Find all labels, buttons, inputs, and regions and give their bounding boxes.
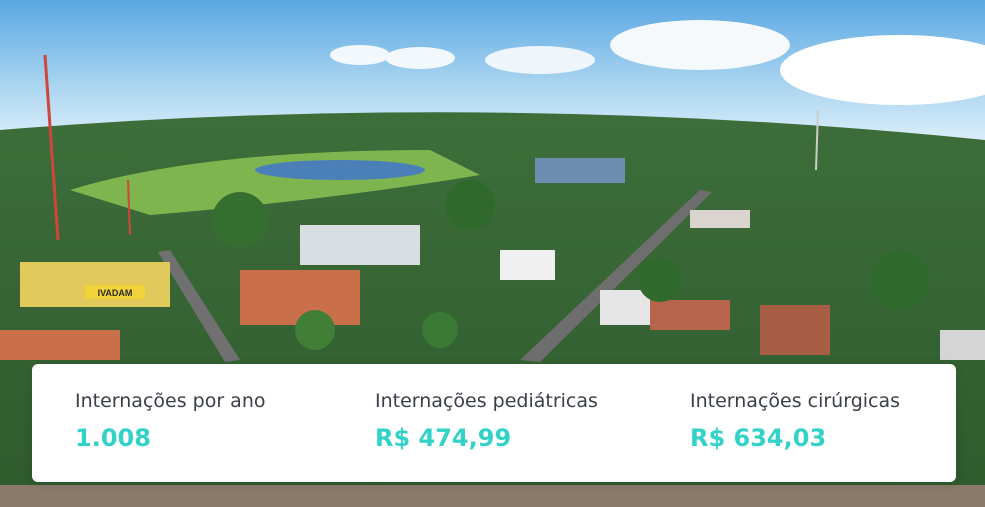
cloud (385, 47, 455, 69)
stat-internacoes-cirurgicas: Internações cirúrgicas R$ 634,03 (690, 390, 900, 452)
building (20, 262, 170, 307)
building (760, 305, 830, 355)
cloud (330, 45, 390, 65)
tree (295, 310, 335, 350)
building (650, 300, 730, 330)
building (690, 210, 750, 228)
stat-label: Internações pediátricas (375, 390, 598, 412)
building (240, 270, 360, 325)
stat-internacoes-pediatricas: Internações pediátricas R$ 474,99 (375, 390, 598, 452)
stat-internacoes-por-ano: Internações por ano 1.008 (75, 390, 266, 452)
stat-value: R$ 634,03 (690, 424, 827, 452)
pond (255, 160, 425, 180)
stat-value: R$ 474,99 (375, 424, 512, 452)
building (300, 225, 420, 265)
building (600, 290, 650, 325)
store-sign-text: IVADAM (98, 288, 133, 298)
building (535, 158, 625, 183)
stat-value: 1.008 (75, 424, 151, 452)
tree (422, 312, 458, 348)
stats-card: Internações por ano 1.008 Internações pe… (32, 364, 956, 482)
building (0, 485, 985, 507)
cloud (610, 20, 790, 70)
tree (212, 192, 268, 248)
tree (445, 180, 495, 230)
tree (870, 250, 930, 310)
stat-label: Internações cirúrgicas (690, 390, 901, 412)
cloud (485, 46, 595, 74)
stat-label: Internações por ano (75, 390, 266, 412)
building (0, 330, 120, 360)
tree (638, 258, 682, 302)
building (940, 330, 985, 360)
building (500, 250, 555, 280)
